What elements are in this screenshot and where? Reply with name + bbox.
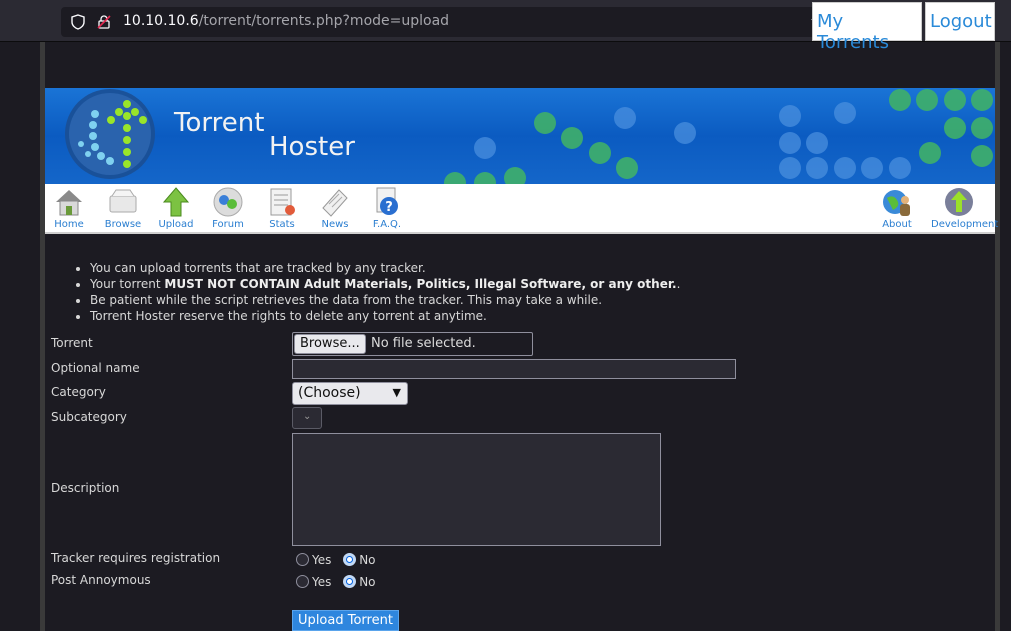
banner-title-torrent: Torrent <box>174 108 265 138</box>
rule-item: Your torrent MUST NOT CONTAIN Adult Mate… <box>90 276 680 292</box>
optional-name-label: Optional name <box>51 361 140 375</box>
nav-stats[interactable]: Stats <box>256 186 308 230</box>
file-status: No file selected. <box>371 336 476 351</box>
nav-upload-label: Upload <box>158 219 194 230</box>
browse-icon <box>109 189 137 213</box>
nav-faq-label: F.A.Q. <box>372 219 402 230</box>
development-icon <box>945 188 973 216</box>
rule-item: You can upload torrents that are tracked… <box>90 260 680 276</box>
nav-home-label: Home <box>54 219 84 230</box>
post-anonymous-radios: Yes No <box>296 575 384 589</box>
insecure-lock-icon[interactable] <box>96 14 112 34</box>
address-bar[interactable]: 10.10.10.6/torrent/torrents.php?mode=upl… <box>61 7 835 37</box>
browse-button[interactable]: Browse... <box>294 334 366 354</box>
anon-no-radio[interactable] <box>343 575 357 588</box>
torrent-label: Torrent <box>51 336 93 350</box>
nav-development-label: Development <box>931 219 999 230</box>
nav-about-label: About <box>882 219 912 230</box>
nav-news-label: News <box>321 219 349 230</box>
nav-browse[interactable]: Browse <box>97 186 149 230</box>
nav-news[interactable]: News <box>309 186 361 230</box>
nav-stats-label: Stats <box>269 219 295 230</box>
nav-faq[interactable]: ? F.A.Q. <box>361 186 413 230</box>
home-icon <box>56 190 82 216</box>
anon-yes-radio[interactable] <box>296 575 309 588</box>
tracker-no-radio[interactable] <box>343 553 357 566</box>
nav-home[interactable]: Home <box>43 186 95 230</box>
tracker-registration-radios: Yes No <box>296 553 384 567</box>
url-path: /torrent/torrents.php?mode=upload <box>198 13 450 29</box>
my-torrents-link[interactable]: My Torrents <box>812 2 922 53</box>
nav-development[interactable]: Development <box>931 186 999 230</box>
rule-item: Torrent Hoster reserve the rights to del… <box>90 308 680 324</box>
chevron-down-icon: ⌄ <box>303 411 312 422</box>
description-label: Description <box>51 481 120 495</box>
main-nav: Home Browse Upload Forum Stats News ? F.… <box>43 184 999 234</box>
radio-label: No <box>359 553 376 567</box>
tracker-yes-radio[interactable] <box>296 553 309 566</box>
nav-browse-label: Browse <box>104 219 142 230</box>
description-textarea[interactable] <box>292 433 661 546</box>
rule-item: Be patient while the script retrieves th… <box>90 292 680 308</box>
radio-label: No <box>359 575 376 589</box>
radio-label: Yes <box>312 575 332 589</box>
upload-rules-list: You can upload torrents that are tracked… <box>76 260 680 324</box>
shield-icon[interactable] <box>70 14 86 34</box>
site-banner: Torrent Hoster <box>45 88 995 184</box>
url-host: 10.10.10.6 <box>123 13 199 29</box>
torrent-file-input[interactable]: Browse... No file selected. <box>292 332 533 356</box>
subcategory-select[interactable]: ⌄ <box>292 407 322 429</box>
category-select[interactable]: (Choose) ▼ <box>292 382 408 405</box>
about-icon <box>883 190 910 216</box>
nav-about[interactable]: About <box>871 186 923 230</box>
category-label: Category <box>51 385 106 399</box>
nav-forum-label: Forum <box>212 219 244 230</box>
rule-text: . <box>676 277 681 291</box>
page-right-border <box>995 42 1000 631</box>
optional-name-input[interactable] <box>292 359 736 379</box>
url-text[interactable]: 10.10.10.6/torrent/torrents.php?mode=upl… <box>123 13 449 29</box>
faq-icon: ? <box>376 187 398 215</box>
radio-label: Yes <box>312 553 332 567</box>
stats-icon <box>270 188 295 216</box>
subcategory-label: Subcategory <box>51 410 127 424</box>
upload-icon <box>162 187 190 217</box>
rule-bold-text: MUST NOT CONTAIN Adult Materials, Politi… <box>164 277 677 291</box>
chevron-down-icon: ▼ <box>392 386 401 399</box>
svg-text:?: ? <box>385 200 393 215</box>
logout-link[interactable]: Logout <box>925 2 995 41</box>
nav-forum[interactable]: Forum <box>202 186 254 230</box>
forum-icon <box>213 187 243 217</box>
banner-title-hoster: Hoster <box>269 132 355 162</box>
upload-torrent-button[interactable]: Upload Torrent <box>292 610 399 631</box>
category-selected-value: (Choose) <box>298 385 361 401</box>
post-anonymous-label: Post Annoymous <box>51 573 151 587</box>
rule-text: Your torrent <box>90 277 165 291</box>
news-icon <box>322 189 348 217</box>
tracker-registration-label: Tracker requires registration <box>51 551 221 565</box>
nav-upload[interactable]: Upload <box>150 186 202 230</box>
